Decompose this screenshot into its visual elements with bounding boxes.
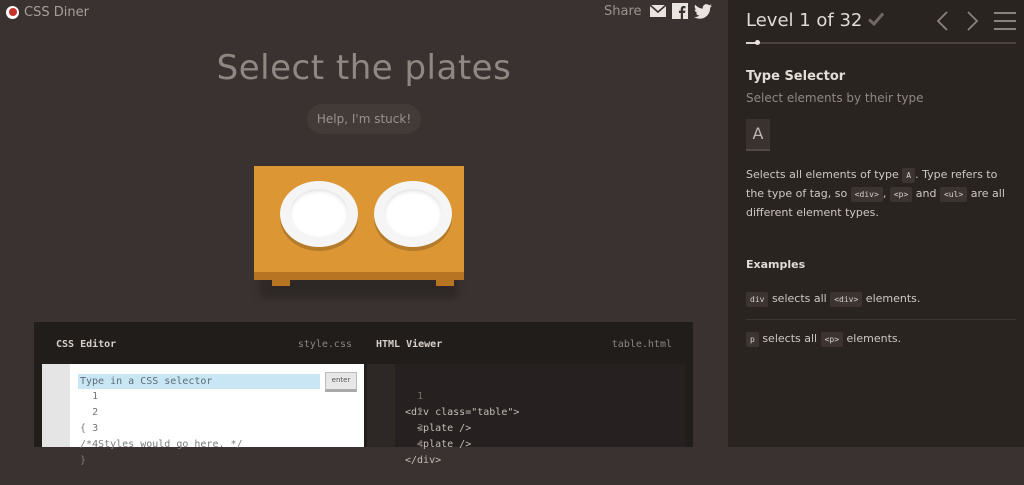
chevron-left-icon[interactable] (935, 10, 949, 32)
code-tag: <p> (820, 332, 844, 347)
desc-text: and (912, 187, 940, 200)
help-button[interactable]: Help, I'm stuck! (307, 104, 421, 134)
example-text: elements. (862, 292, 921, 305)
chevron-right-icon[interactable] (966, 10, 980, 32)
css-editor-header: CSS Editor style.css (56, 322, 352, 366)
lesson-subtitle: Select elements by their type (746, 91, 924, 105)
line-number: 4 (92, 439, 99, 450)
css-editor-pane: 1 enter 2 { 3 /* Styles would go here. *… (42, 364, 364, 466)
logo-record-icon (6, 5, 19, 19)
selector-syntax: A (746, 119, 770, 151)
lesson-title: Type Selector (746, 69, 846, 84)
line-number: 1 (417, 391, 424, 402)
css-editor-filename: style.css (297, 338, 352, 350)
line-number: 2 (92, 407, 99, 418)
share-bar: Share (604, 3, 712, 19)
example-item: div selects all <div> elements. (746, 291, 920, 307)
table-edge (254, 272, 464, 280)
html-viewer-filename: table.html (611, 338, 672, 350)
line-number: 4 (417, 439, 424, 450)
example-text: elements. (843, 332, 902, 345)
hamburger-menu-icon[interactable] (994, 11, 1016, 31)
facebook-icon[interactable] (671, 3, 688, 19)
code-tag: p (746, 332, 759, 347)
checkmark-icon (867, 12, 885, 27)
line-number: 1 (92, 391, 99, 402)
code-line: 3 /* Styles would go here. */ (42, 405, 243, 450)
code-text: } (80, 455, 87, 466)
progress-knob (754, 40, 760, 45)
editor-window: CSS Editor style.css HTML Viewer table.h… (34, 322, 693, 466)
code-line[interactable]: 1 <div class="table"> (367, 373, 519, 418)
app-logo[interactable]: CSS Diner (6, 4, 89, 20)
level-instruction: Select the plates (216, 48, 512, 88)
code-tag: <p> (889, 187, 913, 202)
sidebar: Level 1 of 32 Type Selector Select eleme… (728, 0, 1024, 447)
line-number: 3 (417, 423, 424, 434)
level-indicator: Level 1 of 32 (746, 10, 863, 31)
dinner-table (254, 166, 464, 298)
code-line[interactable]: 4 </div> (367, 421, 441, 466)
table-leg (436, 280, 454, 286)
lesson-description: Selects all elements of type A. Type ref… (746, 165, 1016, 222)
twitter-icon[interactable] (693, 3, 712, 19)
code-text: </div> (405, 455, 442, 466)
code-tag: <div> (830, 292, 863, 307)
example-item: p selects all <p> elements. (746, 331, 901, 347)
line-number: 3 (92, 423, 99, 434)
code-line: 4 } (42, 421, 98, 466)
css-editor-title: CSS Editor (56, 338, 117, 350)
code-line[interactable]: 2 <plate /> (367, 389, 471, 434)
share-label: Share (604, 3, 642, 19)
css-selector-input[interactable] (78, 374, 320, 389)
enter-button[interactable]: enter (325, 372, 357, 392)
code-line[interactable]: 3 <plate /> (367, 405, 471, 450)
desc-text: Selects all elements of type (746, 168, 903, 181)
html-viewer-title: HTML Viewer (376, 338, 443, 350)
code-line: 1 (42, 373, 98, 402)
divider (746, 319, 1016, 320)
code-tag: div (746, 292, 769, 307)
table-leg (272, 280, 290, 286)
plate[interactable] (374, 181, 452, 247)
html-viewer-pane: 1 <div class="table"> 2 <plate /> 3 <pla… (367, 364, 685, 466)
code-tag: <div> (850, 187, 883, 202)
code-line: 2 { (42, 389, 98, 434)
example-text: selects all (758, 332, 821, 345)
level-progress-bar (746, 40, 1016, 45)
code-tag: A (902, 168, 916, 183)
plate[interactable] (280, 181, 358, 247)
example-text: selects all (768, 292, 831, 305)
email-icon[interactable] (649, 5, 666, 17)
code-text: /* Styles would go here. */ (80, 439, 243, 450)
html-viewer-header: HTML Viewer table.html (376, 322, 672, 366)
desc-text: , (882, 187, 890, 200)
code-tag: <ul> (939, 187, 968, 202)
examples-heading: Examples (746, 258, 806, 271)
line-number: 2 (417, 407, 424, 418)
app-title: CSS Diner (24, 4, 89, 20)
